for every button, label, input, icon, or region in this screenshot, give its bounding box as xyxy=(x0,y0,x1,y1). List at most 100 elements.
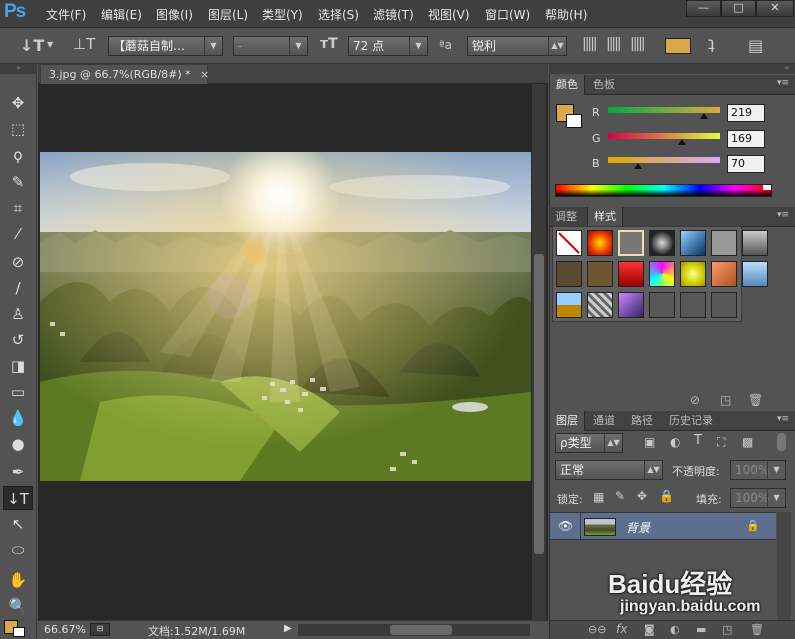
layer-name[interactable]: 背景 xyxy=(626,519,650,536)
healing-brush-icon[interactable]: ⊘ xyxy=(3,250,33,274)
style-swatch[interactable] xyxy=(556,292,582,318)
font-family-select[interactable]: 【蘑菇自制… ▼ xyxy=(108,36,223,56)
vertical-scroll-thumb[interactable] xyxy=(534,254,544,554)
background-color-swatch[interactable] xyxy=(13,627,25,637)
clear-style-icon[interactable]: ⊘ xyxy=(690,393,700,407)
antialias-select[interactable]: 锐利 ▲▼ xyxy=(467,36,567,56)
panel-collapse-icon[interactable]: » xyxy=(0,64,37,74)
style-swatch[interactable] xyxy=(680,261,706,287)
style-swatch[interactable] xyxy=(587,261,613,287)
tab-adjustments[interactable]: 调整 xyxy=(549,207,583,227)
path-selection-icon[interactable]: ↖ xyxy=(3,512,33,536)
align-center-icon[interactable]: ||||| xyxy=(606,36,622,52)
history-brush-icon[interactable]: ↺ xyxy=(3,328,33,352)
style-swatch[interactable] xyxy=(742,261,768,287)
style-swatch[interactable] xyxy=(587,292,613,318)
new-style-icon[interactable]: ◳ xyxy=(720,393,731,407)
fill-input[interactable]: 100% ▼ xyxy=(730,488,786,508)
eraser-tool-icon[interactable]: ◨ xyxy=(3,354,33,378)
new-group-icon[interactable]: ▬ xyxy=(696,623,706,636)
ellipse-tool-icon[interactable]: ⬭ xyxy=(3,538,33,562)
new-layer-icon[interactable]: ◳ xyxy=(722,623,732,636)
delete-style-icon[interactable]: 🗑 xyxy=(748,393,763,407)
layer-row-background[interactable]: 👁 背景 🔒 xyxy=(550,512,776,541)
style-none[interactable] xyxy=(556,230,582,256)
dodge-tool-icon[interactable]: ● xyxy=(3,432,33,456)
g-slider[interactable] xyxy=(608,133,720,139)
menu-image[interactable]: 图像(I) xyxy=(156,6,193,23)
maximize-button[interactable]: □ xyxy=(721,0,756,17)
zoom-level[interactable]: 66.67% xyxy=(44,623,86,636)
panel-menu-icon[interactable]: ▾≡ xyxy=(777,210,789,220)
menu-edit[interactable]: 编辑(E) xyxy=(101,6,142,23)
g-value-input[interactable]: 169 xyxy=(727,130,765,148)
chevron-down-icon[interactable]: ▼ xyxy=(47,40,53,49)
clone-stamp-icon[interactable]: ♙ xyxy=(3,302,33,326)
eye-icon[interactable]: 👁 xyxy=(558,519,573,533)
layer-style-icon[interactable]: fx xyxy=(616,622,627,636)
style-swatch[interactable] xyxy=(587,230,613,256)
brush-tool-icon[interactable]: ∕ xyxy=(3,276,33,300)
zoom-tool-icon[interactable]: 🔍 xyxy=(3,594,33,618)
doc-status-icon[interactable]: ⊟ xyxy=(90,623,110,636)
filter-smart-object-icon[interactable]: ▩ xyxy=(742,435,753,449)
menu-select[interactable]: 选择(S) xyxy=(318,6,359,23)
filter-type-icon[interactable]: T xyxy=(694,433,702,448)
filter-pixel-icon[interactable]: ▣ xyxy=(644,435,655,449)
layer-filter-select[interactable]: ρ类型 ▲▼ xyxy=(555,433,623,453)
status-menu-arrow-icon[interactable]: ▶ xyxy=(284,623,292,634)
font-size-select[interactable]: 72 点 ▼ xyxy=(348,36,428,56)
tab-swatches[interactable]: 色板 xyxy=(587,75,621,95)
lasso-tool-icon[interactable]: ϙ xyxy=(3,143,33,167)
menu-window[interactable]: 窗口(W) xyxy=(485,6,530,23)
style-swatch[interactable] xyxy=(556,261,582,287)
eyedropper-tool-icon[interactable]: ⁄ xyxy=(3,222,33,246)
tab-styles[interactable]: 样式 xyxy=(587,207,623,227)
g-slider-thumb[interactable] xyxy=(677,139,686,145)
style-swatch[interactable] xyxy=(618,230,644,256)
type-tool-icon[interactable]: ↓T xyxy=(3,486,33,510)
warp-text-icon[interactable]: ʇ xyxy=(708,34,715,54)
link-layers-icon[interactable]: ⊖⊖ xyxy=(588,623,606,636)
collapse-panels-icon[interactable]: « xyxy=(785,64,789,72)
tab-channels[interactable]: 通道 xyxy=(587,411,621,431)
r-value-input[interactable]: 219 xyxy=(727,104,765,122)
b-value-input[interactable]: 70 xyxy=(727,155,765,173)
style-swatch[interactable] xyxy=(618,261,644,287)
opacity-input[interactable]: 100% ▼ xyxy=(730,460,786,480)
delete-layer-icon[interactable]: 🗑 xyxy=(750,623,764,636)
filter-toggle[interactable] xyxy=(777,433,786,451)
menu-view[interactable]: 视图(V) xyxy=(428,6,470,23)
close-window-button[interactable]: ✕ xyxy=(756,0,794,17)
horizontal-scroll-thumb[interactable] xyxy=(390,625,452,635)
style-swatch[interactable] xyxy=(649,292,675,318)
canvas-image[interactable] xyxy=(40,152,531,481)
tab-history[interactable]: 历史记录 xyxy=(663,411,719,431)
menu-layer[interactable]: 图层(L) xyxy=(208,6,248,23)
color-panel-background-swatch[interactable] xyxy=(566,114,582,128)
style-swatch[interactable] xyxy=(711,292,737,318)
document-tab[interactable]: 3.jpg @ 66.7%(RGB/8#) * × xyxy=(40,64,209,84)
tab-layers[interactable]: 图层 xyxy=(549,411,585,431)
text-color-swatch[interactable] xyxy=(665,38,691,54)
blur-tool-icon[interactable]: 💧 xyxy=(3,406,33,430)
quick-selection-icon[interactable]: ✎ xyxy=(3,170,33,194)
blend-mode-select[interactable]: 正常 ▲▼ xyxy=(555,460,663,480)
style-swatch[interactable] xyxy=(618,292,644,318)
style-swatch[interactable] xyxy=(711,230,737,256)
type-tool-preset-icon[interactable]: ↓T xyxy=(20,36,44,55)
lock-position-icon[interactable]: ✥ xyxy=(637,489,647,503)
pen-tool-icon[interactable]: ✒ xyxy=(3,460,33,484)
menu-file[interactable]: 文件(F) xyxy=(46,6,86,23)
gradient-tool-icon[interactable]: ▭ xyxy=(3,380,33,404)
style-swatch[interactable] xyxy=(742,230,768,256)
text-orientation-icon[interactable]: ⊥T xyxy=(73,35,95,53)
lock-transparent-icon[interactable]: ▦ xyxy=(593,490,604,504)
font-style-select[interactable]: - ▼ xyxy=(233,36,308,56)
align-left-icon[interactable]: ||||| xyxy=(582,36,598,52)
menu-type[interactable]: 类型(Y) xyxy=(262,6,303,23)
crop-tool-icon[interactable]: ⌗ xyxy=(3,196,33,220)
tab-color[interactable]: 颜色 xyxy=(549,75,585,95)
align-right-icon[interactable]: ||||| xyxy=(630,36,646,52)
tab-paths[interactable]: 路径 xyxy=(625,411,659,431)
